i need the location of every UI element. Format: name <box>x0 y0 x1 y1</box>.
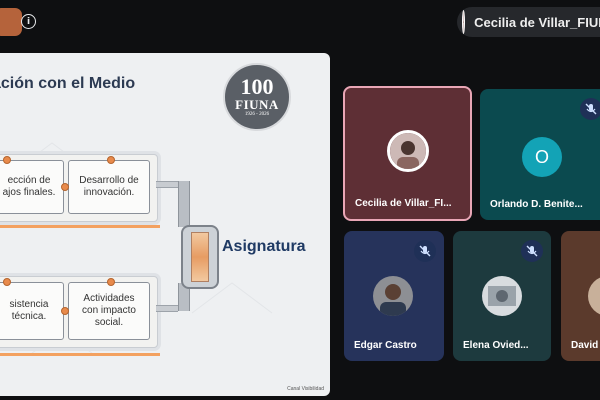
avatar <box>588 276 600 316</box>
avatar-letter: O <box>522 137 562 177</box>
participant-tile-elena[interactable]: Elena Ovied... <box>453 231 551 361</box>
user-photo-icon <box>390 133 426 169</box>
pipe-segment <box>156 181 178 188</box>
participant-tile-orlando[interactable]: O Orlando D. Benite... <box>480 89 600 220</box>
participant-name: Cecilia de Villar_FI... <box>355 198 452 209</box>
slide-title: ación con el Medio <box>0 75 136 92</box>
user-photo-icon <box>373 276 413 316</box>
info-icon[interactable]: i <box>21 14 36 29</box>
pipe-segment <box>156 305 178 312</box>
mic-off-icon <box>580 98 600 120</box>
participant-tile-david[interactable]: David <box>561 231 600 361</box>
participant-tile-cecilia[interactable]: Cecilia de Villar_FI... <box>343 86 472 221</box>
presenter-chip[interactable]: Cecilia de Villar_FIUNA <box>457 7 600 37</box>
center-label: Asignatura <box>222 238 306 255</box>
connector-dot <box>107 278 115 286</box>
fiuna-logo: 100 FIUNA 1926 - 2026 <box>223 63 291 131</box>
user-photo-icon <box>463 21 465 23</box>
mic-off-icon <box>521 240 543 262</box>
card-bottom-left: sistencia técnica. <box>0 282 64 340</box>
avatar <box>373 276 413 316</box>
connector-dot <box>3 278 11 286</box>
participant-name: Edgar Castro <box>354 340 417 351</box>
mic-off-icon <box>414 240 436 262</box>
logo-text: FIUNA <box>235 96 279 112</box>
connector-dot <box>61 183 69 191</box>
host-avatar[interactable] <box>0 8 22 36</box>
connector-dot <box>3 156 11 164</box>
avatar <box>387 130 429 172</box>
logo-years: 1926 - 2026 <box>244 111 270 117</box>
presenter-name: Cecilia de Villar_FIUNA <box>474 14 600 30</box>
slide-footer: Canal Visibilidad <box>287 386 324 392</box>
connector-dot <box>107 156 115 164</box>
participant-name: David <box>571 340 599 351</box>
card-top-right: Desarrollo de innovación. <box>68 160 150 214</box>
capsule-icon <box>181 225 219 289</box>
card-top-left: ección de ajos finales. <box>0 160 64 214</box>
logo-number: 100 <box>240 73 274 99</box>
participant-name: Elena Ovied... <box>463 340 529 351</box>
participant-name: Orlando D. Benite... <box>490 199 583 210</box>
presentation-slide: ación con el Medio 100 FIUNA 1926 - 2026… <box>0 53 330 396</box>
presenter-avatar <box>462 10 466 34</box>
avatar <box>482 276 522 316</box>
orange-pipe <box>0 353 160 356</box>
connector-dot <box>61 307 69 315</box>
pipe-vertical-top <box>178 181 190 227</box>
card-bottom-right: Actividades con impacto social. <box>68 282 150 340</box>
user-photo-icon <box>482 276 522 316</box>
participant-tile-edgar[interactable]: Edgar Castro <box>344 231 444 361</box>
orange-pipe <box>0 225 160 228</box>
top-bar: i Cecilia de Villar_FIUNA <box>0 0 600 44</box>
